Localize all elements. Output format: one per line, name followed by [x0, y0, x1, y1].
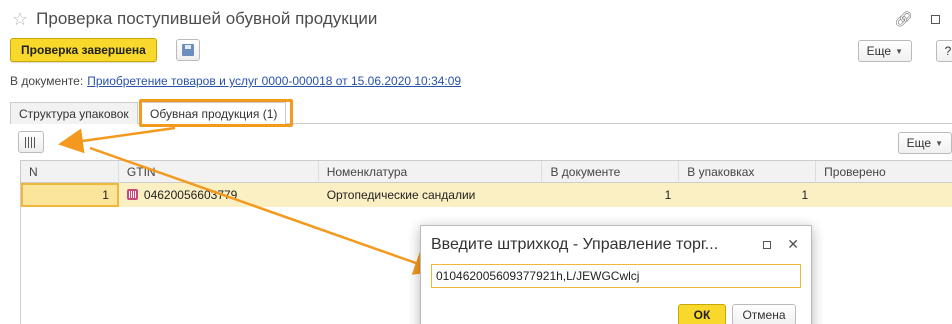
help-button[interactable]: ?	[936, 40, 952, 62]
main-toolbar: Проверка завершена Еще ▼ ?	[10, 38, 952, 62]
column-header-gtin[interactable]: GTIN	[119, 161, 319, 183]
more-label: Еще	[866, 44, 892, 58]
save-button[interactable]	[176, 39, 200, 61]
dialog-close-icon[interactable]: ✕	[787, 236, 799, 253]
window-controls: 🔗︎	[894, 10, 940, 28]
link-icon[interactable]: 🔗︎	[894, 10, 913, 28]
tab-packaging-structure[interactable]: Структура упаковок	[10, 102, 138, 124]
table-header: N GTIN Номенклатура В документе В упаков…	[21, 161, 952, 183]
check-complete-button[interactable]: Проверка завершена	[10, 38, 157, 62]
dialog-window-controls: ✕	[763, 236, 799, 253]
tab-footwear-products[interactable]: Обувная продукция (1)	[141, 102, 287, 125]
ok-button[interactable]: ОК	[678, 304, 726, 324]
dialog-title: Введите штрихкод - Управление торг...	[431, 236, 719, 253]
chevron-down-icon: ▼	[895, 46, 903, 56]
gtin-value: 04620056603779	[143, 188, 238, 202]
column-header-in-document[interactable]: В документе	[542, 161, 680, 183]
cell-in-packages[interactable]: 1	[679, 183, 816, 207]
cell-checked[interactable]	[816, 183, 952, 207]
table-toolbar: Еще ▼	[10, 130, 952, 154]
barcode-input[interactable]	[431, 264, 801, 288]
dialog-maximize-icon[interactable]	[763, 240, 772, 249]
cell-item[interactable]: Ортопедические сандалии	[319, 183, 543, 207]
title-bar: ☆ Проверка поступившей обувной продукции	[12, 8, 377, 30]
more-menu-button[interactable]: Еще ▼	[857, 40, 912, 62]
barcode-dialog: Введите штрихкод - Управление торг... ✕ …	[420, 225, 812, 324]
page-title: Проверка поступившей обувной продукции	[36, 9, 378, 28]
marking-code-icon	[126, 189, 138, 200]
table-more-label: Еще	[906, 136, 932, 150]
column-header-checked[interactable]: Проверено	[816, 161, 952, 183]
floppy-disk-icon	[182, 44, 194, 56]
cell-gtin[interactable]: 04620056603779	[119, 183, 319, 207]
favorite-star-icon[interactable]: ☆	[12, 9, 28, 29]
scan-barcode-button[interactable]	[18, 131, 44, 153]
document-link[interactable]: Приобретение товаров и услуг 0000-000018…	[87, 74, 461, 88]
maximize-icon[interactable]	[931, 14, 940, 24]
barcode-icon	[25, 136, 37, 148]
table-more-button[interactable]: Еще ▼	[897, 132, 952, 154]
cell-in-document[interactable]: 1	[542, 183, 679, 207]
table-row[interactable]: 1 04620056603779 Ортопедические сандалии…	[21, 183, 952, 207]
tab-bar: Структура упаковок Обувная продукция (1)	[10, 100, 952, 125]
document-reference: В документе: Приобретение товаров и услуг…	[10, 74, 461, 88]
column-header-item[interactable]: Номенклатура	[319, 161, 543, 183]
column-header-n[interactable]: N	[21, 161, 119, 183]
cancel-button[interactable]: Отмена	[732, 304, 796, 324]
column-header-in-packages[interactable]: В упаковках	[679, 161, 817, 183]
document-prefix: В документе:	[10, 74, 84, 88]
help-label: ?	[944, 44, 952, 58]
chevron-down-icon: ▼	[935, 138, 943, 148]
cell-n[interactable]: 1	[21, 183, 119, 207]
